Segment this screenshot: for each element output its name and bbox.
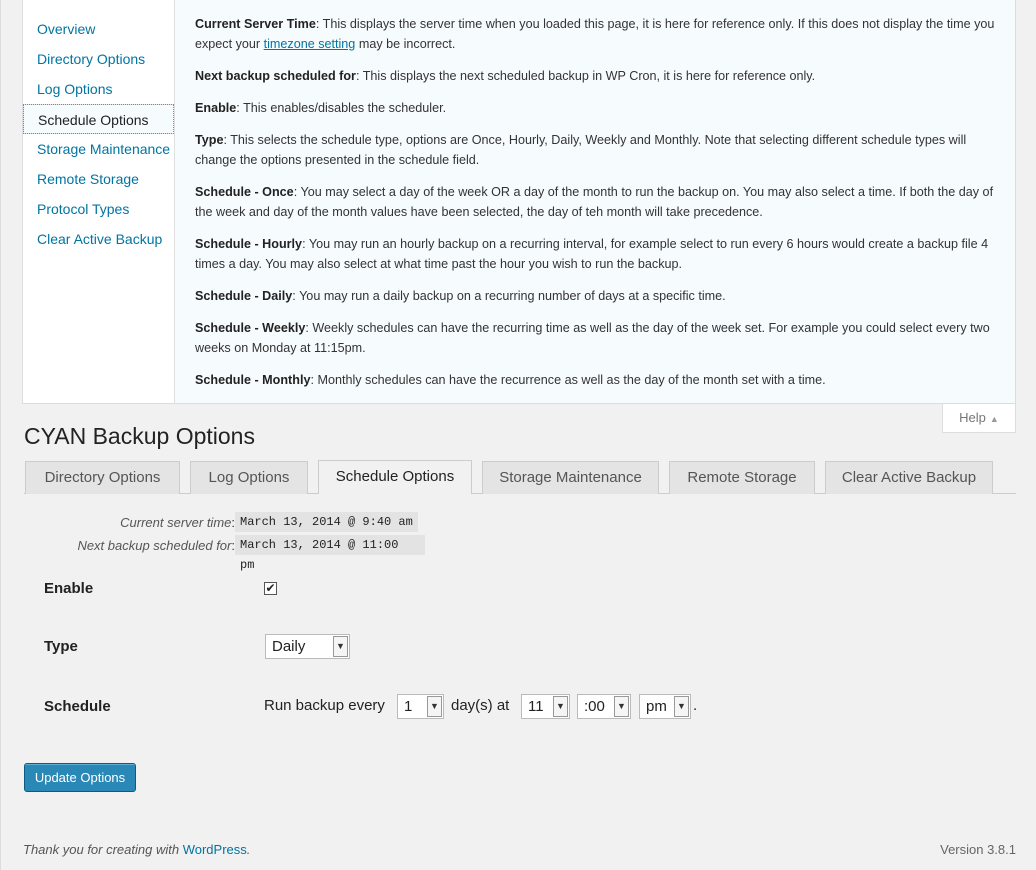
- schedule-period: .: [693, 697, 698, 714]
- help-paragraph-schedule-monthly: Schedule - Monthly: Monthly schedules ca…: [195, 370, 995, 390]
- help-tab-directory-options[interactable]: Directory Options: [23, 44, 174, 74]
- contextual-help-panel: Overview Directory Options Log Options S…: [22, 0, 1016, 404]
- help-content: Current Server Time: This displays the s…: [174, 0, 1015, 403]
- tab-storage-maintenance[interactable]: Storage Maintenance: [482, 461, 659, 494]
- next-backup-row: Next backup scheduled for: March 13, 201…: [25, 535, 425, 572]
- help-text: : This selects the schedule type, option…: [195, 133, 967, 167]
- options-tab-bar: Directory Options Log Options Schedule O…: [24, 460, 1016, 494]
- triangle-up-icon: ▲: [989, 414, 999, 424]
- help-term: Current Server Time: [195, 17, 316, 31]
- footer-thanks-end: .: [246, 842, 251, 857]
- help-text: : You may select a day of the week OR a …: [195, 185, 994, 219]
- help-tab-overview[interactable]: Overview: [23, 14, 174, 44]
- help-term: Schedule - Hourly: [195, 237, 303, 251]
- timezone-setting-link[interactable]: timezone setting: [264, 37, 356, 51]
- tab-log-options[interactable]: Log Options: [190, 461, 308, 494]
- help-paragraph-schedule-weekly: Schedule - Weekly: Weekly schedules can …: [195, 318, 995, 358]
- tab-schedule-options[interactable]: Schedule Options: [318, 460, 472, 494]
- minute-select[interactable]: :00 ▼: [577, 694, 631, 719]
- help-paragraph-schedule-hourly: Schedule - Hourly: You may run an hourly…: [195, 234, 995, 274]
- help-paragraph-schedule-once: Schedule - Once: You may select a day of…: [195, 182, 995, 222]
- type-label: Type: [44, 638, 78, 655]
- checkmark-icon: ✔: [265, 581, 276, 595]
- label-text: Current server time: [120, 515, 232, 530]
- help-tab-log-options[interactable]: Log Options: [23, 74, 174, 104]
- help-text: may be incorrect.: [355, 37, 456, 51]
- help-text: : This displays the next scheduled backu…: [355, 69, 816, 83]
- page-title: CYAN Backup Options: [24, 423, 255, 449]
- enable-label: Enable: [44, 580, 94, 597]
- type-select-value: Daily: [272, 638, 306, 655]
- current-server-time-row: Current server time: March 13, 2014 @ 9:…: [25, 512, 425, 534]
- help-paragraph-type: Type: This selects the schedule type, op…: [195, 130, 995, 170]
- tab-remote-storage[interactable]: Remote Storage: [669, 461, 815, 494]
- help-term: Schedule - Once: [195, 185, 294, 199]
- help-tab-remote-storage[interactable]: Remote Storage: [23, 164, 174, 194]
- enable-checkbox[interactable]: ✔: [264, 582, 277, 595]
- ampm-select[interactable]: pm ▼: [639, 694, 691, 719]
- help-term: Schedule - Daily: [195, 289, 293, 303]
- minute-select-value: :00: [584, 698, 605, 715]
- run-backup-every-text: Run backup every: [264, 697, 385, 714]
- help-term: Next backup scheduled for: [195, 69, 356, 83]
- footer-thanks-text: Thank you for creating with: [23, 842, 183, 857]
- chevron-down-icon: ▼: [553, 696, 568, 717]
- help-term: Type: [195, 133, 224, 147]
- help-tab-clear-active-backup[interactable]: Clear Active Backup: [23, 224, 174, 254]
- help-paragraph-current-server-time: Current Server Time: This displays the s…: [195, 14, 995, 54]
- help-paragraph-next-backup: Next backup scheduled for: This displays…: [195, 66, 995, 86]
- help-text: : You may run an hourly backup on a recu…: [195, 237, 989, 271]
- label-text: Next backup scheduled for: [77, 538, 232, 553]
- wordpress-link[interactable]: WordPress: [183, 842, 247, 857]
- chevron-down-icon: ▼: [674, 696, 689, 717]
- hour-select-value: 11: [528, 698, 544, 715]
- next-backup-value: March 13, 2014 @ 11:00 pm: [235, 535, 425, 572]
- help-paragraph-schedule-daily: Schedule - Daily: You may run a daily ba…: [195, 286, 995, 306]
- chevron-down-icon: ▼: [614, 696, 629, 717]
- help-text: : Monthly schedules can have the recurre…: [310, 373, 826, 387]
- footer-thanks: Thank you for creating with WordPress.: [23, 842, 250, 857]
- schedule-label: Schedule: [44, 698, 111, 715]
- help-text: : This enables/disables the scheduler.: [236, 101, 447, 115]
- type-select[interactable]: Daily ▼: [265, 634, 350, 659]
- current-server-time-label: Current server time:: [120, 515, 235, 530]
- interval-select-value: 1: [404, 698, 413, 715]
- help-text: : Weekly schedules can have the recurrin…: [195, 321, 990, 355]
- footer-version: Version 3.8.1: [940, 842, 1016, 857]
- help-term: Enable: [195, 101, 237, 115]
- help-text: : You may run a daily backup on a recurr…: [292, 289, 726, 303]
- help-toggle-button[interactable]: Help ▲: [942, 404, 1016, 433]
- chevron-down-icon: ▼: [333, 636, 348, 657]
- next-backup-label: Next backup scheduled for:: [77, 538, 235, 553]
- help-paragraph-enable: Enable: This enables/disables the schedu…: [195, 98, 995, 118]
- hour-select[interactable]: 11 ▼: [521, 694, 570, 719]
- ampm-select-value: pm: [646, 698, 667, 715]
- current-server-time-value: March 13, 2014 @ 9:40 am: [235, 512, 418, 532]
- help-tab-storage-maintenance[interactable]: Storage Maintenance: [23, 134, 174, 164]
- interval-select[interactable]: 1 ▼: [397, 694, 444, 719]
- update-options-button[interactable]: Update Options: [24, 763, 136, 792]
- chevron-down-icon: ▼: [427, 696, 442, 717]
- help-tab-protocol-types[interactable]: Protocol Types: [23, 194, 174, 224]
- tab-directory-options[interactable]: Directory Options: [25, 461, 180, 494]
- help-tab-schedule-options[interactable]: Schedule Options: [23, 104, 174, 134]
- help-toggle-label: Help: [959, 410, 986, 425]
- tab-clear-active-backup[interactable]: Clear Active Backup: [825, 461, 993, 494]
- help-tab-list: Overview Directory Options Log Options S…: [23, 0, 174, 403]
- help-term: Schedule - Monthly: [195, 373, 311, 387]
- days-at-text: day(s) at: [451, 697, 510, 714]
- help-term: Schedule - Weekly: [195, 321, 306, 335]
